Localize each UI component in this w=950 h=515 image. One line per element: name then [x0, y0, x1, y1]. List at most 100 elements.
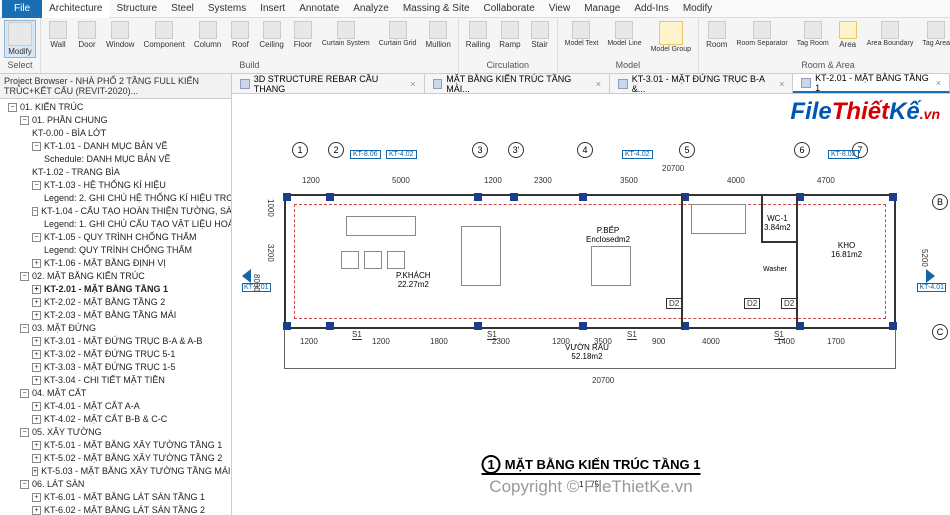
tree-item[interactable]: −KT-1.05 - QUY TRÌNH CHỐNG THẤM [2, 231, 229, 244]
tab-steel[interactable]: Steel [164, 0, 201, 18]
grid-bubble[interactable]: 1 [292, 142, 308, 158]
expand-icon[interactable]: + [32, 337, 41, 346]
wall-button[interactable]: Wall [45, 20, 71, 50]
dimension[interactable]: 5200 [920, 249, 929, 267]
room-tag[interactable]: P.KHÁCH22.27m2 [396, 271, 431, 289]
tag-area-button[interactable]: Tag Area [919, 20, 950, 48]
grid-bubble[interactable]: 4 [577, 142, 593, 158]
curtain-grid-button[interactable]: Curtain Grid [376, 20, 420, 48]
dimension[interactable]: 1200 [552, 337, 570, 346]
collapse-icon[interactable]: − [20, 389, 29, 398]
section-marker[interactable]: KT-4.01 [917, 269, 946, 292]
furniture-chair[interactable] [387, 251, 405, 269]
s-tag[interactable]: S1 [352, 330, 362, 340]
room-sep-button[interactable]: Room Separator [733, 20, 790, 48]
tree-group[interactable]: −03. MẶT ĐỨNG [2, 322, 229, 335]
window-button[interactable]: Window [103, 20, 137, 50]
dimension[interactable]: 1200 [302, 176, 320, 185]
dimension[interactable]: 4000 [727, 176, 745, 185]
tab-architecture[interactable]: Architecture [42, 0, 109, 18]
stair-button[interactable]: Stair [527, 20, 553, 50]
dimension[interactable]: 3500 [594, 337, 612, 346]
collapse-icon[interactable]: − [32, 181, 41, 190]
tree-group[interactable]: −04. MẶT CẮT [2, 387, 229, 400]
expand-icon[interactable]: + [32, 415, 41, 424]
tab-massing[interactable]: Massing & Site [396, 0, 477, 18]
tab-structure[interactable]: Structure [109, 0, 164, 18]
dimension[interactable]: 1200 [484, 176, 502, 185]
view-tab[interactable]: 3D STRUCTURE REBAR CẦU THANG× [232, 74, 425, 93]
grid-bubble[interactable]: 5 [679, 142, 695, 158]
door-tag[interactable]: D2 [744, 298, 760, 309]
tree-item[interactable]: Legend: QUY TRÌNH CHỐNG THẤM [2, 244, 229, 257]
tab-annotate[interactable]: Annotate [292, 0, 346, 18]
tree-item[interactable]: −KT-1.03 - HỆ THỐNG KÍ HIỆU [2, 179, 229, 192]
dimension[interactable]: 1000 [266, 199, 275, 217]
area-boundary-button[interactable]: Area Boundary [864, 20, 917, 48]
expand-icon[interactable]: + [32, 298, 41, 307]
tree-item[interactable]: −KT-1.04 - CẤU TẠO HOÀN THIỆN TƯỜNG, SÀN… [2, 205, 229, 218]
tree-group[interactable]: −01. PHẦN CHUNG [2, 114, 229, 127]
grid-bubble[interactable]: 2 [328, 142, 344, 158]
door-tag[interactable]: D2 [781, 298, 797, 309]
model-group-button[interactable]: Model Group [648, 20, 694, 54]
grid-bubble[interactable]: B [932, 194, 948, 210]
tab-modify[interactable]: Modify [676, 0, 719, 18]
tree-item[interactable]: +KT-5.02 - MẶT BẰNG XÂY TƯỜNG TẦNG 2 [2, 452, 229, 465]
expand-icon[interactable]: + [32, 402, 41, 411]
dimension[interactable]: 5000 [392, 176, 410, 185]
floor-plan[interactable]: P.KHÁCH22.27m2 P.BẾPEnclosedm2 WC-13.84m… [284, 194, 896, 329]
collapse-icon[interactable]: − [20, 480, 29, 489]
curtain-system-button[interactable]: Curtain System [319, 20, 373, 48]
expand-icon[interactable]: + [32, 363, 41, 372]
tree-item[interactable]: −KT-1.01 - DANH MỤC BẢN VẼ [2, 140, 229, 153]
grid-bubble[interactable]: 3' [508, 142, 524, 158]
tab-analyze[interactable]: Analyze [346, 0, 396, 18]
tree-item[interactable]: KT-0.00 - BÌA LỚT [2, 127, 229, 140]
section-marker[interactable]: KT-4.02 [622, 150, 653, 159]
model-text-button[interactable]: Model Text [562, 20, 602, 48]
collapse-icon[interactable]: − [20, 272, 29, 281]
floor-button[interactable]: Floor [290, 20, 316, 50]
column[interactable] [326, 193, 334, 201]
room-tag[interactable]: KHO16.81m2 [831, 241, 862, 259]
browser-tree[interactable]: −01. KIẾN TRÚC −01. PHẦN CHUNG KT-0.00 -… [0, 99, 231, 515]
tree-item[interactable]: Legend: 1. GHI CHÚ CẤU TẠO VẬT LIỆU HOÀN… [2, 218, 229, 231]
component-button[interactable]: Component [140, 20, 187, 50]
close-icon[interactable]: × [779, 79, 784, 89]
tree-item[interactable]: KT-1.02 - TRANG BÌA [2, 166, 229, 179]
collapse-icon[interactable]: − [20, 428, 29, 437]
collapse-icon[interactable]: − [32, 233, 41, 242]
modify-button[interactable]: Modify [4, 20, 36, 58]
close-icon[interactable]: × [596, 79, 601, 89]
tab-systems[interactable]: Systems [201, 0, 253, 18]
furniture-bed[interactable] [691, 204, 746, 234]
mullion-button[interactable]: Mullion [422, 20, 453, 50]
collapse-icon[interactable]: − [20, 116, 29, 125]
column[interactable] [579, 193, 587, 201]
dimension[interactable]: 1800 [430, 337, 448, 346]
tree-item[interactable]: +KT-2.03 - MẶT BẰNG TẦNG MÁI [2, 309, 229, 322]
tag-room-button[interactable]: Tag Room [794, 20, 832, 48]
tree-item[interactable]: Legend: 2. GHI CHÚ HỆ THỐNG KÍ HIỆU TRON… [2, 192, 229, 205]
grid-bubble[interactable]: C [932, 324, 948, 340]
expand-icon[interactable]: + [32, 493, 41, 502]
view-tab-active[interactable]: KT-2.01 - MẶT BẰNG TẦNG 1× [793, 74, 950, 93]
collapse-icon[interactable]: − [8, 103, 17, 112]
expand-icon[interactable]: + [32, 506, 41, 515]
s-tag[interactable]: S1 [774, 330, 784, 340]
column[interactable] [889, 193, 897, 201]
view-scale[interactable]: 1 : 75 [579, 480, 599, 489]
room-tag[interactable]: WC-13.84m2 [764, 214, 791, 232]
area-button[interactable]: Area [835, 20, 861, 50]
column[interactable] [283, 193, 291, 201]
close-icon[interactable]: × [936, 78, 941, 88]
expand-icon[interactable]: + [32, 467, 38, 476]
tab-addins[interactable]: Add-Ins [627, 0, 675, 18]
dimension[interactable]: 900 [652, 337, 665, 346]
furniture-chair[interactable] [341, 251, 359, 269]
stair[interactable] [461, 226, 501, 286]
tree-item[interactable]: +KT-3.02 - MẶT ĐỨNG TRỤC 5-1 [2, 348, 229, 361]
tree-item[interactable]: +KT-5.03 - MẶT BẰNG XÂY TƯỜNG TẦNG MÁI [2, 465, 229, 478]
tree-group[interactable]: −05. XÂY TƯỜNG [2, 426, 229, 439]
